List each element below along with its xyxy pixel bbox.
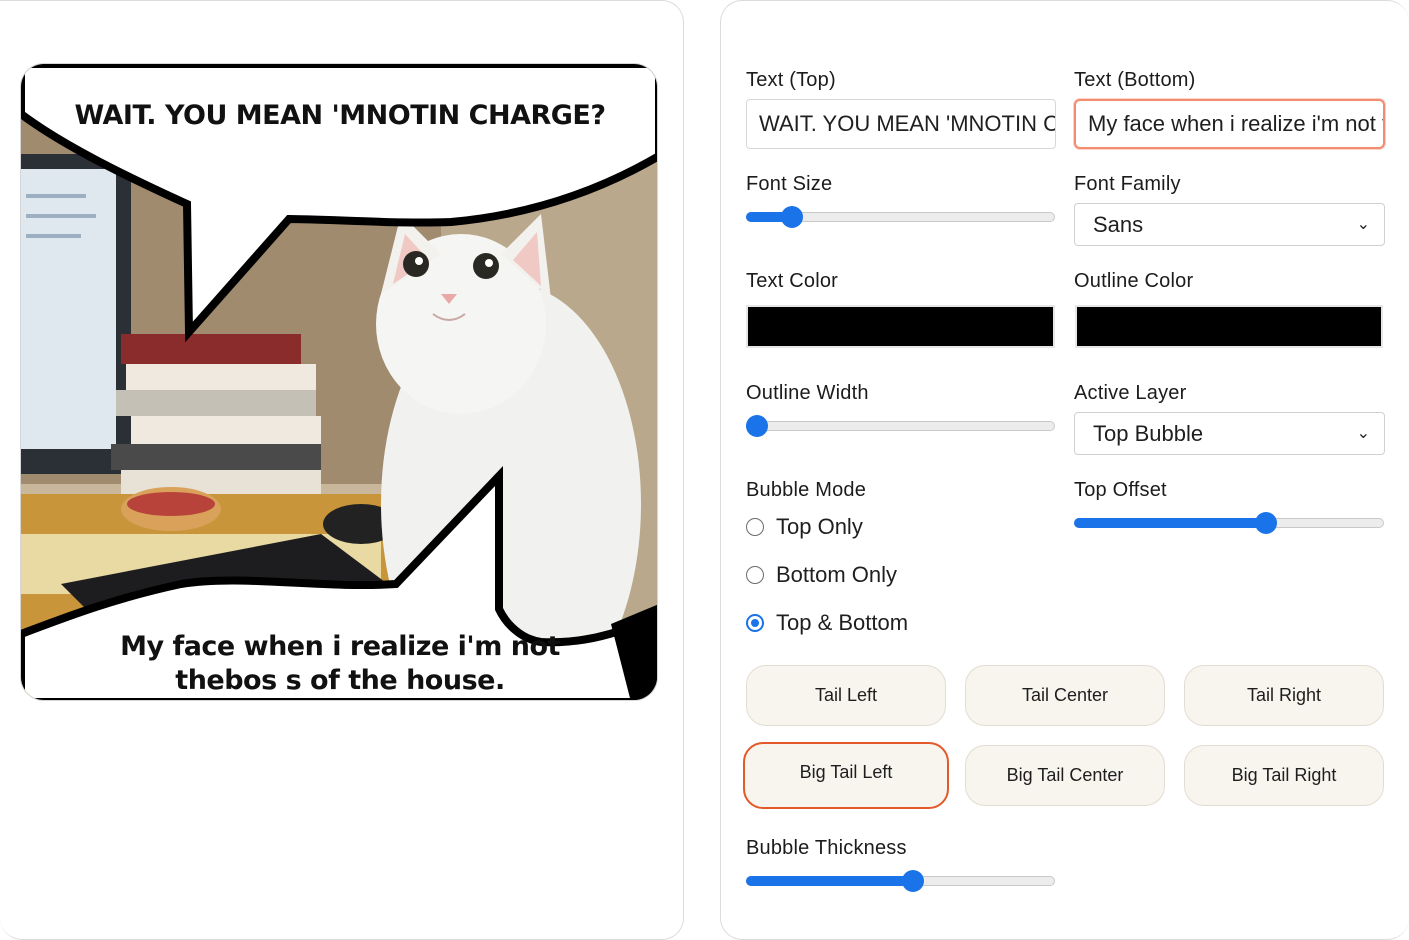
outline-color-swatch[interactable] — [1075, 305, 1383, 348]
big-tail-center-button[interactable]: Big Tail Center — [965, 745, 1165, 806]
outline-width-slider[interactable] — [746, 415, 1055, 437]
radio-top-and-bottom[interactable]: Top & Bottom — [746, 610, 908, 636]
text-top-label: Text (Top) — [746, 69, 836, 91]
top-offset-slider[interactable] — [1074, 512, 1384, 534]
active-layer-label: Active Layer — [1074, 382, 1187, 404]
radio-label: Top & Bottom — [776, 610, 909, 635]
preview-panel: WAIT. YOU MEAN 'MNOTIN CHARGE? My face w… — [0, 0, 684, 940]
radio-label: Top Only — [776, 514, 863, 539]
radio-top-only[interactable]: Top Only — [746, 514, 863, 540]
radio-button[interactable] — [746, 518, 764, 536]
radio-button-checked[interactable] — [746, 614, 764, 632]
outline-color-label: Outline Color — [1074, 270, 1194, 292]
active-layer-select[interactable]: Top Bubble ⌄ — [1074, 412, 1385, 455]
big-tail-left-button[interactable]: Big Tail Left — [743, 742, 949, 809]
top-offset-label: Top Offset — [1074, 479, 1167, 501]
font-family-select[interactable]: Sans ⌄ — [1074, 203, 1385, 246]
slider-thumb[interactable] — [746, 415, 768, 437]
bubble-thickness-slider[interactable] — [746, 870, 1055, 892]
meme-canvas: WAIT. YOU MEAN 'MNOTIN CHARGE? My face w… — [20, 63, 658, 701]
font-family-label: Font Family — [1074, 173, 1181, 195]
text-bottom-input[interactable]: My face when i realize i'm not thebos s … — [1074, 99, 1385, 149]
big-tail-right-button[interactable]: Big Tail Right — [1184, 745, 1384, 806]
slider-track — [746, 421, 1055, 431]
text-top-input[interactable]: WAIT. YOU MEAN 'MNOTIN CHARGE? — [746, 99, 1056, 149]
slider-fill — [1074, 518, 1267, 528]
controls-panel: Text (Top) WAIT. YOU MEAN 'MNOTIN CHARGE… — [720, 0, 1409, 940]
slider-thumb[interactable] — [901, 870, 924, 892]
tail-right-button[interactable]: Tail Right — [1184, 665, 1384, 726]
font-size-label: Font Size — [746, 173, 833, 195]
bubble-thickness-label: Bubble Thickness — [746, 837, 907, 859]
slider-thumb[interactable] — [1255, 512, 1278, 534]
active-layer-value: Top Bubble — [1093, 421, 1204, 446]
tail-left-button[interactable]: Tail Left — [746, 665, 946, 726]
radio-bottom-only[interactable]: Bottom Only — [746, 562, 897, 588]
text-bottom-label: Text (Bottom) — [1074, 69, 1196, 91]
meme-image — [21, 64, 657, 700]
font-size-slider[interactable] — [746, 206, 1055, 228]
radio-button[interactable] — [746, 566, 764, 584]
tail-center-button[interactable]: Tail Center — [965, 665, 1165, 726]
font-family-value: Sans — [1093, 212, 1144, 237]
meme-top-text: WAIT. YOU MEAN 'MNOTIN CHARGE? — [74, 100, 606, 131]
meme-bottom-text: My face when i realize i'm not thebos s … — [120, 631, 560, 696]
bubble-mode-label: Bubble Mode — [746, 479, 867, 501]
chevron-down-icon: ⌄ — [1356, 216, 1370, 233]
text-color-swatch[interactable] — [746, 305, 1055, 348]
radio-label: Bottom Only — [776, 562, 898, 587]
slider-fill — [746, 876, 913, 886]
outline-width-label: Outline Width — [746, 382, 869, 404]
chevron-down-icon: ⌄ — [1356, 425, 1370, 442]
slider-thumb[interactable] — [781, 206, 804, 228]
text-color-label: Text Color — [746, 270, 839, 292]
